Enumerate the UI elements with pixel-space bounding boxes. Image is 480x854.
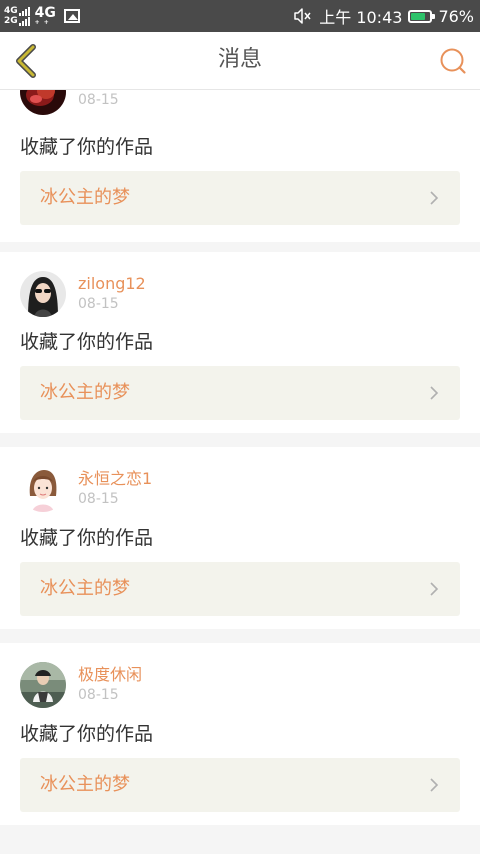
chevron-right-icon: [430, 582, 439, 596]
timestamp: 08-15: [78, 491, 119, 507]
work-title: 冰公主的梦: [40, 578, 130, 599]
notification-feed[interactable]: skwp 08-15 收藏了你的作品 冰公主的梦 zilong12 08-15 …: [0, 90, 480, 854]
battery-icon: [408, 9, 436, 23]
mute-icon: [294, 8, 311, 24]
username[interactable]: 极度休闲: [78, 665, 142, 685]
username[interactable]: 永恒之恋1: [78, 469, 152, 489]
avatar[interactable]: [20, 662, 66, 708]
gallery-icon: [63, 9, 80, 23]
status-right: 上午 10:43 76%: [293, 0, 474, 32]
timestamp: 08-15: [78, 687, 119, 703]
work-link[interactable]: 冰公主的梦: [20, 758, 460, 812]
avatar[interactable]: [20, 466, 66, 512]
avatar[interactable]: [20, 90, 66, 115]
network-indicator: 4G + +: [34, 4, 56, 26]
signal-bottom-label: 2G: [4, 16, 18, 26]
timestamp: 08-15: [78, 296, 119, 312]
notification-card: 极度休闲 08-15 收藏了你的作品 冰公主的梦: [0, 643, 480, 825]
work-link[interactable]: 冰公主的梦: [20, 171, 460, 225]
search-button[interactable]: [438, 46, 468, 76]
network-sub-label: + +: [34, 18, 50, 26]
chevron-right-icon: [430, 386, 439, 400]
notification-card: skwp 08-15 收藏了你的作品 冰公主的梦: [0, 90, 480, 242]
signal-top-label: 4G: [4, 6, 18, 16]
work-title: 冰公主的梦: [40, 187, 130, 208]
page-title: 消息: [217, 47, 262, 72]
chevron-right-icon: [430, 778, 439, 792]
app-header: 消息: [0, 32, 480, 90]
work-link[interactable]: 冰公主的梦: [20, 562, 460, 616]
battery-fill: [411, 12, 426, 20]
signal-icon: 4G 2G: [4, 6, 31, 26]
status-bar: 4G 2G 4G + + 上午 10:43 76%: [0, 0, 480, 32]
work-link[interactable]: 冰公主的梦: [20, 366, 460, 420]
status-time: 上午 10:43: [319, 8, 403, 27]
work-title: 冰公主的梦: [40, 382, 130, 403]
work-title: 冰公主的梦: [40, 774, 130, 795]
notification-card: zilong12 08-15 收藏了你的作品 冰公主的梦: [0, 252, 480, 433]
action-text: 收藏了你的作品: [20, 723, 154, 745]
action-text: 收藏了你的作品: [20, 527, 154, 549]
chevron-right-icon: [430, 191, 439, 205]
action-text: 收藏了你的作品: [20, 136, 154, 158]
timestamp: 08-15: [78, 92, 119, 108]
network-label: 4G: [34, 4, 56, 21]
username[interactable]: zilong12: [78, 274, 146, 294]
notification-card: 永恒之恋1 08-15 收藏了你的作品 冰公主的梦: [0, 447, 480, 629]
avatar[interactable]: [20, 271, 66, 317]
status-left: 4G 2G 4G + +: [4, 0, 80, 32]
action-text: 收藏了你的作品: [20, 331, 154, 353]
battery-percent: 76%: [438, 6, 474, 26]
search-icon: [440, 48, 466, 74]
